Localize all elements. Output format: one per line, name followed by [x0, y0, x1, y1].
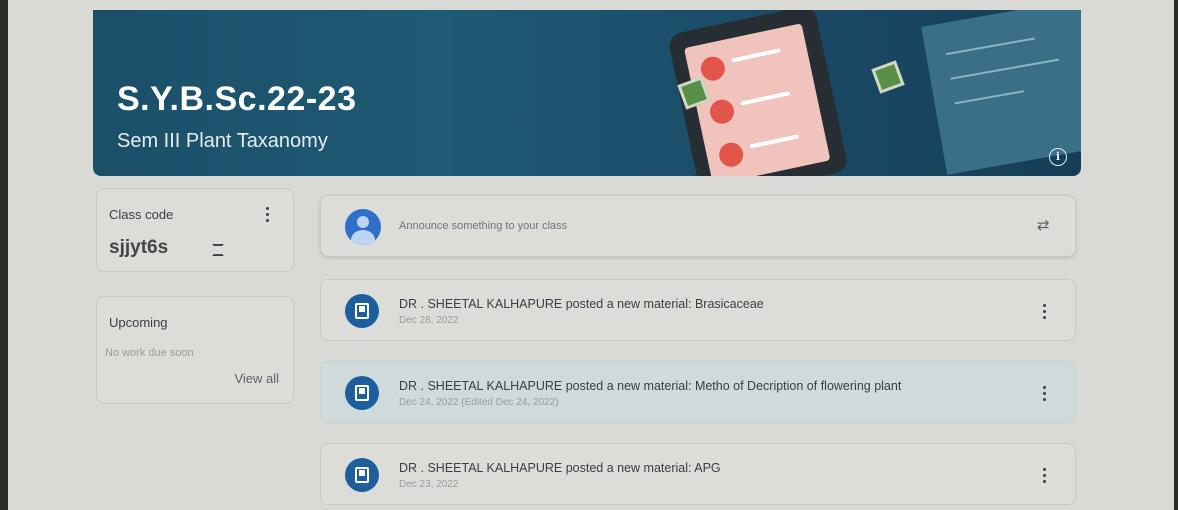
more-vert-icon[interactable] — [1041, 468, 1047, 484]
upcoming-card: Upcoming No work due soon View all — [96, 296, 294, 404]
announce-box[interactable]: Announce something to your class ⇄ — [320, 195, 1076, 257]
material-icon — [345, 376, 379, 410]
screen-bezel-left — [0, 0, 8, 510]
class-code-label: Class code — [109, 207, 174, 222]
fullscreen-icon[interactable] — [212, 244, 224, 256]
post-date: Dec 23, 2022 — [399, 479, 459, 490]
stream-post[interactable]: DR . SHEETAL KALHAPURE posted a new mate… — [320, 361, 1076, 423]
post-title: DR . SHEETAL KALHAPURE posted a new mate… — [399, 379, 902, 393]
more-vert-icon[interactable] — [1041, 304, 1047, 320]
banner-illustration-tile — [871, 60, 905, 94]
post-date: Dec 28, 2022 — [399, 315, 459, 326]
material-icon — [345, 294, 379, 328]
post-date: Dec 24, 2022 (Edited Dec 24, 2022) — [399, 397, 559, 408]
stream-post[interactable]: DR . SHEETAL KALHAPURE posted a new mate… — [320, 279, 1076, 341]
class-banner: S.Y.B.Sc.22-23 Sem III Plant Taxanomy i — [93, 10, 1081, 176]
stream-post[interactable]: DR . SHEETAL KALHAPURE posted a new mate… — [320, 443, 1076, 505]
upcoming-empty-text: No work due soon — [105, 347, 194, 359]
avatar — [345, 209, 381, 245]
more-vert-icon[interactable] — [264, 207, 270, 223]
class-subtitle: Sem III Plant Taxanomy — [117, 130, 328, 152]
screen-bezel-right — [1174, 0, 1178, 510]
material-icon — [345, 458, 379, 492]
info-icon[interactable]: i — [1049, 148, 1067, 166]
class-code-card: Class code sjjyt6s — [96, 188, 294, 272]
more-vert-icon[interactable] — [1041, 386, 1047, 402]
class-code-value: sjjyt6s — [109, 237, 169, 258]
post-title: DR . SHEETAL KALHAPURE posted a new mate… — [399, 461, 721, 475]
upcoming-title: Upcoming — [109, 315, 168, 330]
class-title: S.Y.B.Sc.22-23 — [117, 80, 357, 118]
post-title: DR . SHEETAL KALHAPURE posted a new mate… — [399, 297, 764, 311]
repost-icon[interactable]: ⇄ — [1037, 218, 1053, 234]
announce-placeholder[interactable]: Announce something to your class — [399, 220, 567, 232]
view-all-link[interactable]: View all — [234, 371, 279, 386]
